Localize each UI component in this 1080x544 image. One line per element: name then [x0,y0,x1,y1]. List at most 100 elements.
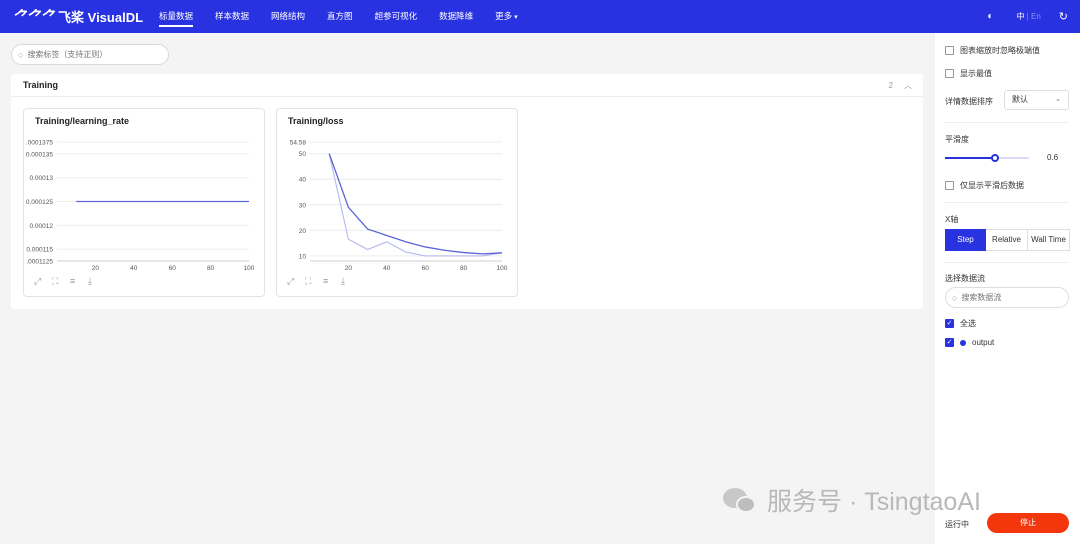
smoothed-only-checkbox[interactable]: 仅显示平滑后数据 [945,180,1024,191]
run-item-output[interactable]: ✓ output [945,338,994,347]
chart-toolbar: ⤢ ⛶ ≡ ⤓ [34,276,106,287]
theme-palette-icon[interactable]: ◐ [980,11,1000,22]
y-tick-label: 0.000115 [26,247,53,254]
x-tick-label: 80 [207,265,215,272]
series-line [328,153,503,255]
smoothing-slider[interactable] [945,154,1029,162]
checkbox-icon [945,69,954,78]
xaxis-toggle: Step Relative Wall Time [945,229,1070,251]
tag-search[interactable]: ○ [11,44,169,65]
language-switch[interactable]: 中 | En [1016,11,1040,22]
divider [945,262,1069,263]
chevron-up-icon[interactable]: ︿ [904,80,912,91]
chart-toolbar: ⤢ ⛶ ≡ ⤓ [287,276,359,287]
y-tick-label: 30 [299,202,307,209]
x-tick-label: 20 [92,265,100,272]
fullscreen-icon[interactable]: ⤢ [34,276,52,287]
tag-search-input[interactable] [27,50,158,59]
x-tick-label: 60 [169,265,177,272]
x-tick-label: 40 [130,265,138,272]
slider-handle[interactable] [991,154,1000,162]
lang-en: En [1030,12,1041,21]
x-tick-label: 80 [460,265,468,272]
divider [945,202,1069,203]
smoothing-value[interactable]: 0.6 [1047,153,1058,162]
y-tick-label: 10 [299,253,307,260]
filter-icon[interactable]: ≡ [70,276,88,287]
paddle-logo-icon: ⺈⺈⺈ [12,9,55,26]
download-icon[interactable]: ⤓ [88,276,106,287]
panel-title: Training [23,80,59,90]
nav-item-embeddings[interactable]: 数据降维 [428,0,484,33]
run-status: 运行中 [945,520,969,529]
download-icon[interactable]: ⤓ [341,276,359,287]
filter-icon[interactable]: ≡ [323,276,341,287]
check-icon: ✓ [945,338,954,347]
watermark: 服务号 · TsingtaoAI [723,482,981,518]
select-all-checkbox[interactable]: ✓ 全选 [945,318,976,329]
app-logo[interactable]: ⺈⺈⺈ 飞桨 VisualDL [12,6,148,27]
nav-item-scalars[interactable]: 标量数据 [148,0,204,33]
slider-fill [945,157,996,159]
show-extrema-label: 显示最值 [960,69,992,78]
nav-item-histogram[interactable]: 直方图 [316,0,364,33]
top-navbar: ⺈⺈⺈ 飞桨 VisualDL 标量数据 样本数据 网络结构 直方图 超参可视化… [0,0,1080,33]
chart-card-loss: Training/loss 54.58 50 40 30 20 10 20 40 60 80 100… [276,108,518,297]
show-extrema-checkbox[interactable]: 显示最值 [945,68,992,79]
ignore-outliers-checkbox[interactable]: 图表缩放时忽略极端值 [945,45,1040,56]
main-nav: 标量数据 样本数据 网络结构 直方图 超参可视化 数据降维 更多 ▾ [148,0,529,33]
run-search-input[interactable] [961,293,1057,302]
smoothed-only-label: 仅显示平滑后数据 [960,181,1024,190]
y-tick-label: 0.000135 [26,151,53,158]
sort-select[interactable]: 默认 ⌄ [1004,90,1069,110]
panel-header[interactable]: Training 2 ︿ [11,74,923,97]
search-icon: ○ [18,49,24,60]
stop-button[interactable]: 停止 [987,513,1069,533]
y-tick-label: 0.00013 [30,175,54,182]
chart-card-learning-rate: Training/learning_rate .0001375 0.000135 0… [23,108,265,297]
nav-item-more[interactable]: 更多 ▾ [484,0,529,33]
settings-sidebar: 图表缩放时忽略极端值 显示最值 详情数据排序 默认 ⌄ 平滑度 0.6 仅显示平… [935,33,1080,544]
y-tick-label: .0001375 [26,140,53,147]
chevron-down-icon: ▾ [514,14,518,21]
divider [945,122,1069,123]
y-tick-label: 54.58 [290,140,307,147]
chevron-down-icon: ⌄ [1055,96,1061,103]
xaxis-relative-button[interactable]: Relative [986,229,1028,251]
x-tick-label: 60 [422,265,430,272]
sort-select-value: 默认 [1012,95,1028,104]
run-color-dot [960,339,966,346]
nav-more-label: 更多 [495,11,513,21]
ignore-outliers-label: 图表缩放时忽略极端值 [960,46,1040,55]
xaxis-step-button[interactable]: Step [945,229,986,251]
loss-chart[interactable]: 54.58 50 40 30 20 10 20 40 60 80 100 [277,109,519,298]
restore-icon[interactable]: ⛶ [305,276,323,287]
refresh-icon[interactable]: ↻ [1059,10,1068,23]
sort-label: 详情数据排序 [945,97,993,106]
chart-group-panel: Training 2 ︿ Training/learning_rate .000… [11,74,923,309]
xaxis-label: X轴 [945,215,959,224]
y-tick-label: 40 [299,177,307,184]
search-icon: ○ [952,292,958,303]
runs-label: 选择数据流 [945,274,985,283]
select-all-label: 全选 [960,319,976,328]
panel-count: 2 [888,80,893,90]
checkbox-icon [945,181,954,190]
y-tick-label: 50 [299,151,307,158]
y-tick-label: 0.00012 [30,223,54,230]
checkbox-icon [945,46,954,55]
learning-rate-chart[interactable]: .0001375 0.000135 0.00013 0.000125 0.00012 0.… [24,109,266,298]
watermark-text: 服务号 · TsingtaoAI [767,488,981,516]
nav-item-hparams[interactable]: 超参可视化 [364,0,429,33]
nav-item-samples[interactable]: 样本数据 [204,0,260,33]
check-icon: ✓ [945,319,954,328]
xaxis-walltime-button[interactable]: Wall Time [1028,229,1070,251]
run-search[interactable]: ○ [945,287,1069,308]
y-tick-label: .0001125 [26,259,53,266]
restore-icon[interactable]: ⛶ [52,276,70,287]
fullscreen-icon[interactable]: ⤢ [287,276,305,287]
nav-item-graphs[interactable]: 网络结构 [260,0,316,33]
x-tick-label: 100 [497,265,508,272]
y-tick-label: 20 [299,228,307,235]
y-tick-label: 0.000125 [26,199,53,206]
